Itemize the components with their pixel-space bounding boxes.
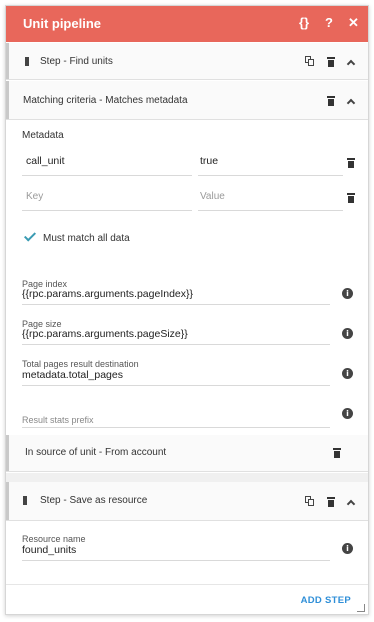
step-title: Step - Find units [40,56,113,67]
total-pages-underline [22,385,330,386]
total-pages-input[interactable]: metadata.total_pages [22,369,123,381]
resize-handle-icon[interactable] [357,604,365,612]
close-icon[interactable]: ✕ [348,15,359,31]
step-indicator-bar [6,43,9,79]
value-underline [198,175,343,176]
criteria-title: Matching criteria - Matches metadata [23,95,188,106]
key-underline [22,175,192,176]
criteria-content: Metadata call_unit true Key Value Must m… [6,121,368,434]
page-size-input[interactable]: {{rpc.params.arguments.pageSize}} [22,328,188,340]
resource-name-input[interactable]: found_units [22,544,76,556]
step-find-units-header[interactable]: Step - Find units [6,43,368,80]
page-index-input[interactable]: {{rpc.params.arguments.pageIndex}} [22,288,193,300]
matching-criteria-header[interactable]: Matching criteria - Matches metadata [6,81,368,120]
metadata-label: Metadata [22,130,64,141]
chevron-up-icon[interactable] [346,98,356,108]
info-icon[interactable]: i [342,543,353,554]
drag-handle-icon[interactable] [25,57,29,66]
result-stats-underline [22,427,330,428]
total-pages-label: Total pages result destination [22,359,139,369]
info-icon[interactable]: i [342,408,353,419]
unit-pipeline-panel: Unit pipeline {} ? ✕ Step - Find units M… [5,5,369,615]
info-icon[interactable]: i [342,328,353,339]
panel-footer: ADD STEP [6,584,368,614]
chevron-up-icon[interactable] [346,59,356,69]
save-resource-content: Resource name found_units i [6,522,368,583]
chevron-up-icon[interactable] [346,499,356,509]
new-value-input[interactable]: Value [200,191,225,202]
value-underline [198,210,343,211]
criteria-indicator-bar [6,81,9,119]
new-key-input[interactable]: Key [26,191,43,202]
page-index-underline [22,304,330,305]
source-indicator-bar [6,435,9,471]
metadata-key-input[interactable]: call_unit [26,155,65,167]
page-size-underline [22,344,330,345]
result-stats-prefix-input[interactable]: Result stats prefix [22,415,94,425]
must-match-label: Must match all data [43,233,130,244]
source-of-unit-header[interactable]: In source of unit - From account [6,435,368,472]
step-indicator-bar [6,482,9,520]
json-icon[interactable]: {} [299,15,309,30]
panel-title: Unit pipeline [23,16,101,31]
resource-name-label: Resource name [22,534,86,544]
info-icon[interactable]: i [342,368,353,379]
drag-handle-icon[interactable] [23,496,27,505]
source-title: In source of unit - From account [25,447,167,458]
step-separator [6,473,368,482]
metadata-value-input[interactable]: true [200,155,218,167]
step-title: Step - Save as resource [40,495,148,506]
panel-header: Unit pipeline {} ? ✕ [6,6,368,42]
resource-name-underline [22,560,330,561]
help-icon[interactable]: ? [325,15,333,30]
must-match-checkbox[interactable] [23,229,37,242]
step-save-resource-header[interactable]: Step - Save as resource [6,482,368,521]
key-underline [22,210,192,211]
info-icon[interactable]: i [342,288,353,299]
add-step-button[interactable]: ADD STEP [301,595,351,606]
